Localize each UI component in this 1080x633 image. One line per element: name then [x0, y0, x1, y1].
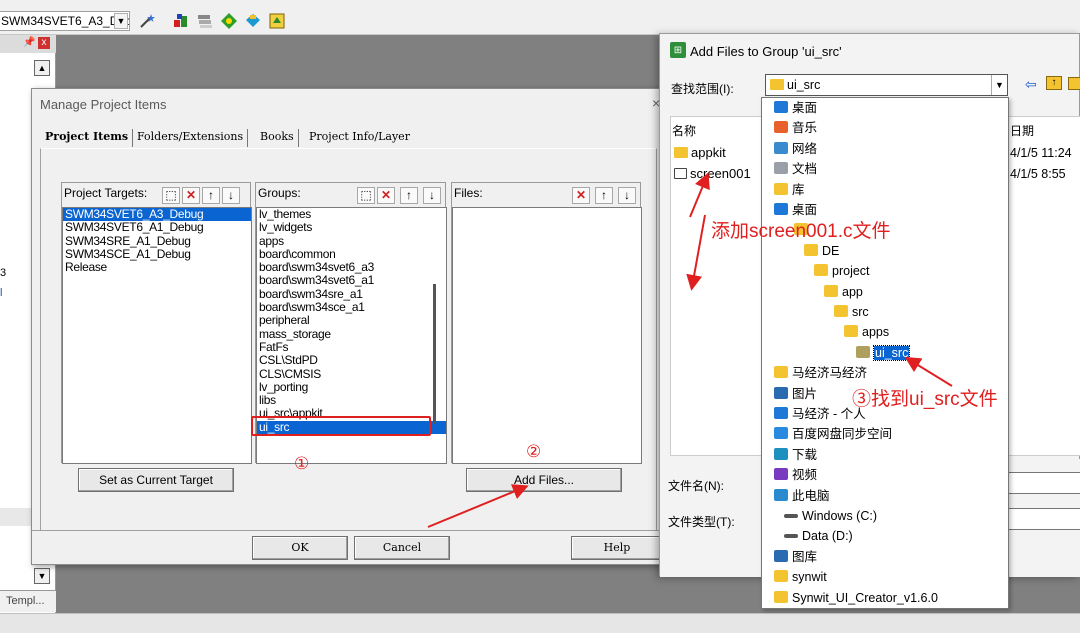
arrow-to-file: [689, 172, 710, 218]
arrow-to-ui-src: [904, 356, 953, 387]
arrow-to-add-files: [427, 484, 529, 528]
annotation-arrows: [427, 172, 953, 528]
arrow-to-screen001: [686, 214, 706, 291]
